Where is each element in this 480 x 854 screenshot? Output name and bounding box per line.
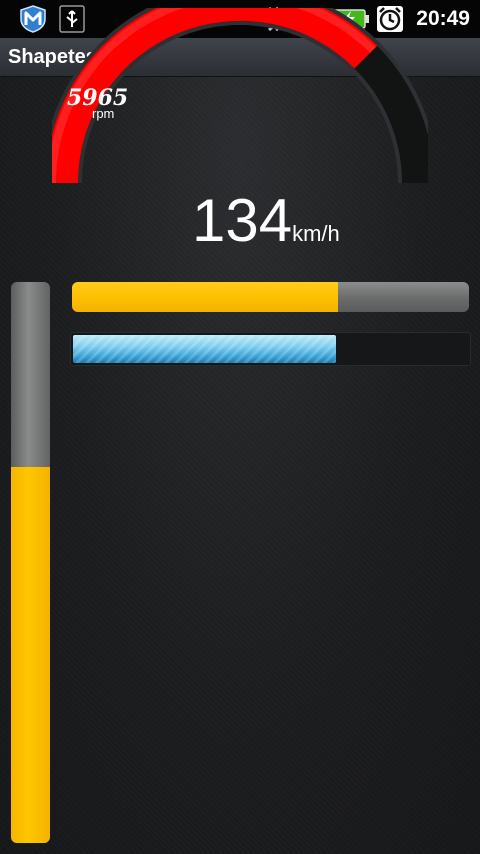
vertical-progress-bar	[11, 282, 50, 843]
horizontal-progress-bar-blue	[70, 332, 471, 366]
speed-value: 134	[192, 187, 293, 254]
vertical-progress-fill	[11, 467, 50, 843]
horizontal-progress-fill-blue	[73, 335, 336, 363]
motorola-m-icon	[18, 5, 48, 33]
speed-readout: 134km/h	[192, 186, 340, 256]
rpm-unit: rpm	[92, 106, 115, 121]
horizontal-progress-fill-yellow	[72, 282, 338, 312]
speed-unit: km/h	[292, 221, 340, 246]
horizontal-progress-bar-yellow	[72, 282, 469, 312]
